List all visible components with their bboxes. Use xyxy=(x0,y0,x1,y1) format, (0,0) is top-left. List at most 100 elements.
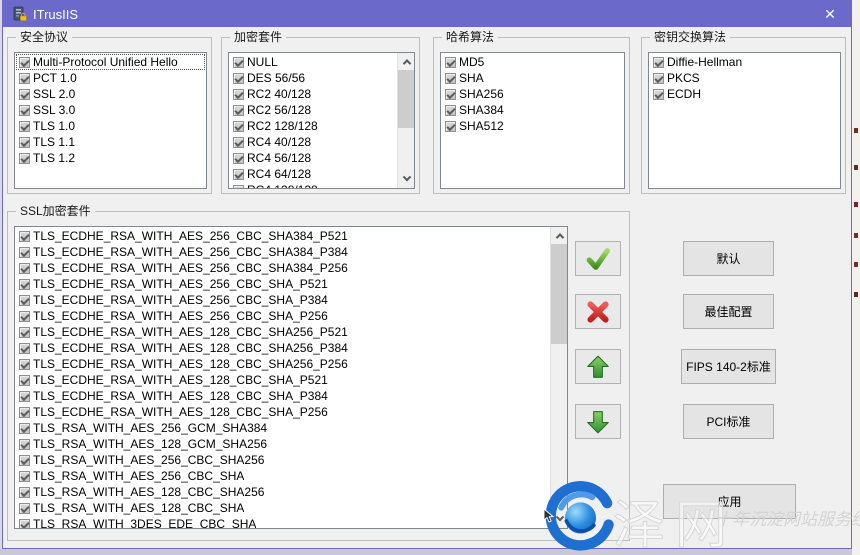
checkbox-checked-icon[interactable] xyxy=(445,89,456,100)
hashes-listbox[interactable]: MD5SHASHA256SHA384SHA512 xyxy=(440,52,625,189)
ciphers-scrollbar[interactable] xyxy=(397,53,414,188)
checkbox-list-item[interactable]: TLS_RSA_WITH_AES_256_CBC_SHA256 xyxy=(16,452,549,468)
checkbox-list-item[interactable]: TLS_RSA_WITH_AES_128_CBC_SHA256 xyxy=(16,484,549,500)
checkbox-list-item[interactable]: SHA384 xyxy=(442,102,623,118)
checkbox-list-item[interactable]: PCT 1.0 xyxy=(16,70,205,86)
checkbox-checked-icon[interactable] xyxy=(445,121,456,132)
checkbox-list-item[interactable]: TLS_RSA_WITH_AES_256_CBC_SHA xyxy=(16,468,549,484)
move-up-button[interactable] xyxy=(575,349,621,384)
checkbox-list-item[interactable]: RC4 56/128 xyxy=(230,150,396,166)
checkbox-list-item[interactable]: PKCS xyxy=(650,70,839,86)
checkbox-checked-icon[interactable] xyxy=(19,423,30,434)
checkbox-checked-icon[interactable] xyxy=(19,327,30,338)
pci-standard-button[interactable]: PCI标准 xyxy=(683,404,774,439)
checkbox-list-item[interactable]: Multi-Protocol Unified Hello xyxy=(16,54,205,70)
checkbox-checked-icon[interactable] xyxy=(233,137,244,148)
title-bar[interactable]: ITrusIIS ✕ xyxy=(3,1,851,27)
checkbox-list-item[interactable]: RC2 56/128 xyxy=(230,102,396,118)
checkbox-list-item[interactable]: TLS 1.1 xyxy=(16,134,205,150)
checkbox-checked-icon[interactable] xyxy=(19,105,30,116)
checkbox-list-item[interactable]: TLS_ECDHE_RSA_WITH_AES_128_CBC_SHA256_P3… xyxy=(16,340,549,356)
checkbox-list-item[interactable]: RC2 40/128 xyxy=(230,86,396,102)
checkbox-list-item[interactable]: TLS 1.0 xyxy=(16,118,205,134)
checkbox-list-item[interactable]: SSL 3.0 xyxy=(16,102,205,118)
key-exchange-listbox[interactable]: Diffie-HellmanPKCSECDH xyxy=(648,52,841,189)
scroll-up-button[interactable] xyxy=(398,53,415,70)
checkbox-checked-icon[interactable] xyxy=(19,471,30,482)
checkbox-checked-icon[interactable] xyxy=(19,311,30,322)
checkbox-list-item[interactable]: TLS_ECDHE_RSA_WITH_AES_256_CBC_SHA384_P5… xyxy=(16,228,549,244)
default-button[interactable]: 默认 xyxy=(683,241,774,276)
checkbox-checked-icon[interactable] xyxy=(233,73,244,84)
checkbox-list-item[interactable]: MD5 xyxy=(442,54,623,70)
checkbox-checked-icon[interactable] xyxy=(445,73,456,84)
checkbox-list-item[interactable]: NULL xyxy=(230,54,396,70)
checkbox-checked-icon[interactable] xyxy=(233,105,244,116)
scroll-thumb[interactable] xyxy=(398,70,415,128)
move-down-button[interactable] xyxy=(575,404,621,439)
checkbox-checked-icon[interactable] xyxy=(445,105,456,116)
checkbox-checked-icon[interactable] xyxy=(19,487,30,498)
checkbox-list-item[interactable]: TLS_ECDHE_RSA_WITH_AES_256_CBC_SHA384_P3… xyxy=(16,244,549,260)
checkbox-list-item[interactable]: TLS_ECDHE_RSA_WITH_AES_128_CBC_SHA_P256 xyxy=(16,404,549,420)
checkbox-checked-icon[interactable] xyxy=(19,263,30,274)
checkbox-list-item[interactable]: TLS_ECDHE_RSA_WITH_AES_128_CBC_SHA256_P5… xyxy=(16,324,549,340)
checkbox-list-item[interactable]: RC4 64/128 xyxy=(230,166,396,182)
checkbox-list-item[interactable]: DES 56/56 xyxy=(230,70,396,86)
checkbox-checked-icon[interactable] xyxy=(19,89,30,100)
checkbox-checked-icon[interactable] xyxy=(653,57,664,68)
checkbox-checked-icon[interactable] xyxy=(19,519,30,529)
checkbox-list-item[interactable]: TLS_ECDHE_RSA_WITH_AES_256_CBC_SHA_P521 xyxy=(16,276,549,292)
checkbox-list-item[interactable]: TLS_ECDHE_RSA_WITH_AES_128_CBC_SHA_P384 xyxy=(16,388,549,404)
confirm-button[interactable] xyxy=(575,241,621,276)
checkbox-checked-icon[interactable] xyxy=(19,343,30,354)
ssl-suites-scrollbar[interactable] xyxy=(550,227,567,528)
ciphers-listbox[interactable]: NULLDES 56/56RC2 40/128RC2 56/128RC2 128… xyxy=(228,52,415,189)
best-config-button[interactable]: 最佳配置 xyxy=(683,294,774,329)
checkbox-list-item[interactable]: TLS_RSA_WITH_AES_128_CBC_SHA xyxy=(16,500,549,516)
checkbox-list-item[interactable]: TLS_ECDHE_RSA_WITH_AES_256_CBC_SHA384_P2… xyxy=(16,260,549,276)
checkbox-list-item[interactable]: TLS_ECDHE_RSA_WITH_AES_128_CBC_SHA_P521 xyxy=(16,372,549,388)
scroll-down-button[interactable] xyxy=(398,171,415,188)
checkbox-checked-icon[interactable] xyxy=(19,57,30,68)
checkbox-checked-icon[interactable] xyxy=(19,455,30,466)
checkbox-checked-icon[interactable] xyxy=(19,359,30,370)
checkbox-checked-icon[interactable] xyxy=(19,295,30,306)
remove-button[interactable] xyxy=(575,294,621,329)
checkbox-list-item[interactable]: Diffie-Hellman xyxy=(650,54,839,70)
checkbox-checked-icon[interactable] xyxy=(19,231,30,242)
checkbox-checked-icon[interactable] xyxy=(19,391,30,402)
checkbox-checked-icon[interactable] xyxy=(233,169,244,180)
apply-button[interactable]: 应用 xyxy=(663,484,796,519)
checkbox-list-item[interactable]: SHA xyxy=(442,70,623,86)
checkbox-checked-icon[interactable] xyxy=(19,121,30,132)
fips-140-2-button[interactable]: FIPS 140-2标准 xyxy=(681,349,776,384)
checkbox-checked-icon[interactable] xyxy=(19,247,30,258)
scroll-up-button[interactable] xyxy=(551,227,568,244)
checkbox-checked-icon[interactable] xyxy=(445,57,456,68)
checkbox-checked-icon[interactable] xyxy=(19,503,30,514)
checkbox-list-item[interactable]: TLS_RSA_WITH_AES_128_GCM_SHA256 xyxy=(16,436,549,452)
checkbox-list-item[interactable]: SSL 2.0 xyxy=(16,86,205,102)
close-button[interactable]: ✕ xyxy=(809,1,851,27)
checkbox-checked-icon[interactable] xyxy=(19,153,30,164)
checkbox-checked-icon[interactable] xyxy=(653,89,664,100)
checkbox-checked-icon[interactable] xyxy=(19,375,30,386)
checkbox-checked-icon[interactable] xyxy=(19,439,30,450)
checkbox-checked-icon[interactable] xyxy=(19,137,30,148)
checkbox-checked-icon[interactable] xyxy=(233,185,244,189)
checkbox-list-item[interactable]: TLS_ECDHE_RSA_WITH_AES_256_CBC_SHA_P384 xyxy=(16,292,549,308)
checkbox-list-item[interactable]: SHA256 xyxy=(442,86,623,102)
checkbox-list-item[interactable]: SHA512 xyxy=(442,118,623,134)
checkbox-list-item[interactable]: TLS_ECDHE_RSA_WITH_AES_256_CBC_SHA_P256 xyxy=(16,308,549,324)
protocols-listbox[interactable]: Multi-Protocol Unified HelloPCT 1.0SSL 2… xyxy=(14,52,207,189)
checkbox-list-item[interactable]: TLS_RSA_WITH_3DES_EDE_CBC_SHA xyxy=(16,516,549,528)
checkbox-list-item[interactable]: RC2 128/128 xyxy=(230,118,396,134)
checkbox-checked-icon[interactable] xyxy=(19,407,30,418)
checkbox-checked-icon[interactable] xyxy=(653,73,664,84)
checkbox-checked-icon[interactable] xyxy=(233,153,244,164)
checkbox-list-item[interactable]: TLS_ECDHE_RSA_WITH_AES_128_CBC_SHA256_P2… xyxy=(16,356,549,372)
checkbox-checked-icon[interactable] xyxy=(19,279,30,290)
checkbox-list-item[interactable]: RC4 40/128 xyxy=(230,134,396,150)
checkbox-checked-icon[interactable] xyxy=(233,57,244,68)
